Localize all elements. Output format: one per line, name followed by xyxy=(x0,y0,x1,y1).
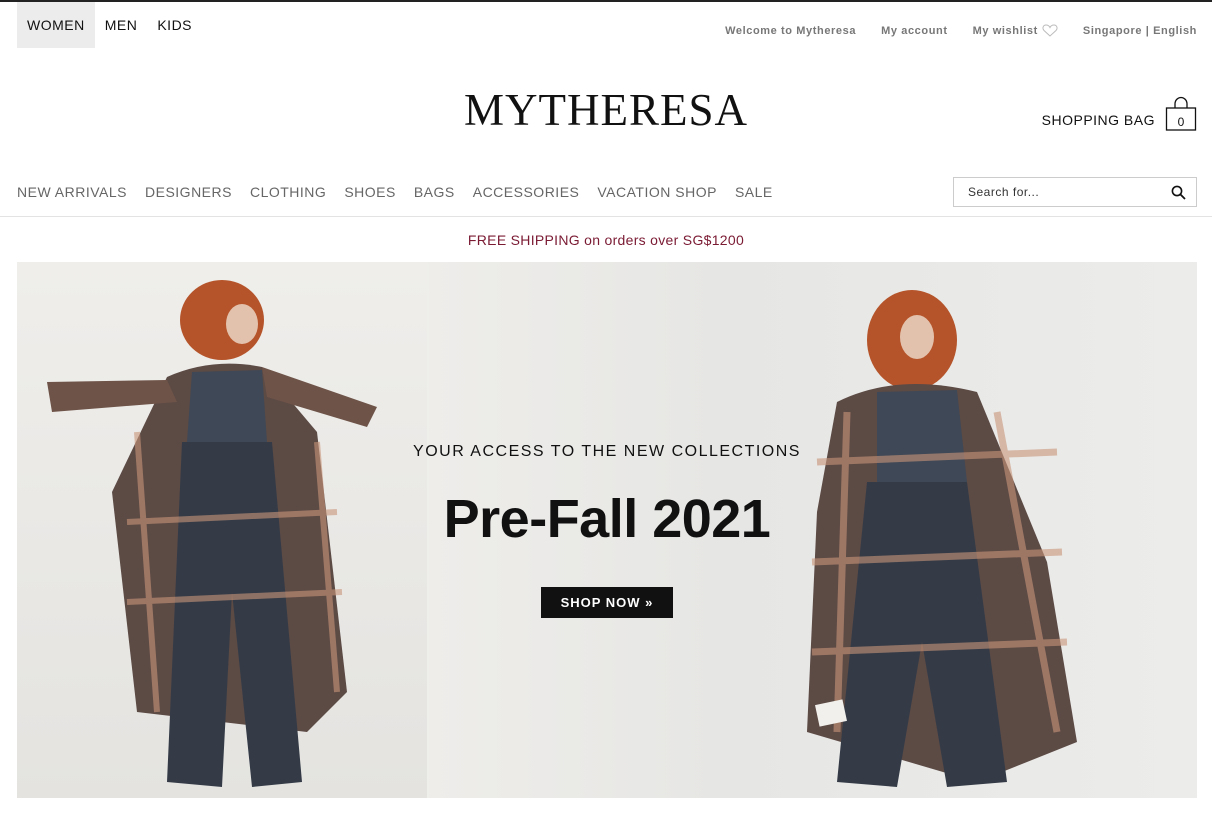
hero-title: Pre-Fall 2021 xyxy=(443,489,771,549)
free-shipping-banner: FREE SHIPPING on orders over SG$1200 xyxy=(467,232,745,248)
search-icon[interactable] xyxy=(1171,185,1186,200)
nav-sale[interactable]: SALE xyxy=(735,184,773,200)
bag-icon: 0 xyxy=(1165,96,1197,132)
tab-kids[interactable]: KIDS xyxy=(147,2,202,48)
department-tabs: WOMEN MEN KIDS xyxy=(17,2,202,48)
nav-divider xyxy=(0,216,1212,217)
wishlist-label: My wishlist xyxy=(972,24,1038,37)
welcome-link[interactable]: Welcome to Mytheresa xyxy=(725,24,856,37)
my-account-link[interactable]: My account xyxy=(881,24,948,37)
shopping-bag-button[interactable]: SHOPPING BAG 0 xyxy=(1042,96,1197,132)
mytheresa-logo[interactable]: MYTHERESA xyxy=(0,88,1212,133)
search-input[interactable] xyxy=(966,184,1170,200)
nav-bags[interactable]: BAGS xyxy=(414,184,455,200)
tab-women[interactable]: WOMEN xyxy=(17,2,95,48)
nav-vacation-shop[interactable]: VACATION SHOP xyxy=(597,184,717,200)
nav-designers[interactable]: DESIGNERS xyxy=(145,184,232,200)
utility-links: Welcome to Mytheresa My account My wishl… xyxy=(725,24,1197,37)
heart-icon xyxy=(1042,24,1058,37)
tab-men[interactable]: MEN xyxy=(95,2,148,48)
nav-accessories[interactable]: ACCESSORIES xyxy=(473,184,580,200)
nav-new-arrivals[interactable]: NEW ARRIVALS xyxy=(17,184,127,200)
nav-shoes[interactable]: SHOES xyxy=(344,184,396,200)
main-nav: NEW ARRIVALS DESIGNERS CLOTHING SHOES BA… xyxy=(17,184,773,200)
bag-count: 0 xyxy=(1177,115,1185,129)
hero-banner[interactable]: YOUR ACCESS TO THE NEW COLLECTIONS Pre-F… xyxy=(17,262,1197,798)
nav-clothing[interactable]: CLOTHING xyxy=(250,184,326,200)
shop-now-button[interactable]: SHOP NOW » xyxy=(541,587,673,618)
region-language-link[interactable]: Singapore | English xyxy=(1083,24,1197,37)
search-box xyxy=(953,177,1197,207)
shopping-bag-label: SHOPPING BAG xyxy=(1041,112,1155,128)
my-wishlist-link[interactable]: My wishlist xyxy=(973,24,1058,37)
hero-kicker: YOUR ACCESS TO THE NEW COLLECTIONS xyxy=(413,443,801,460)
